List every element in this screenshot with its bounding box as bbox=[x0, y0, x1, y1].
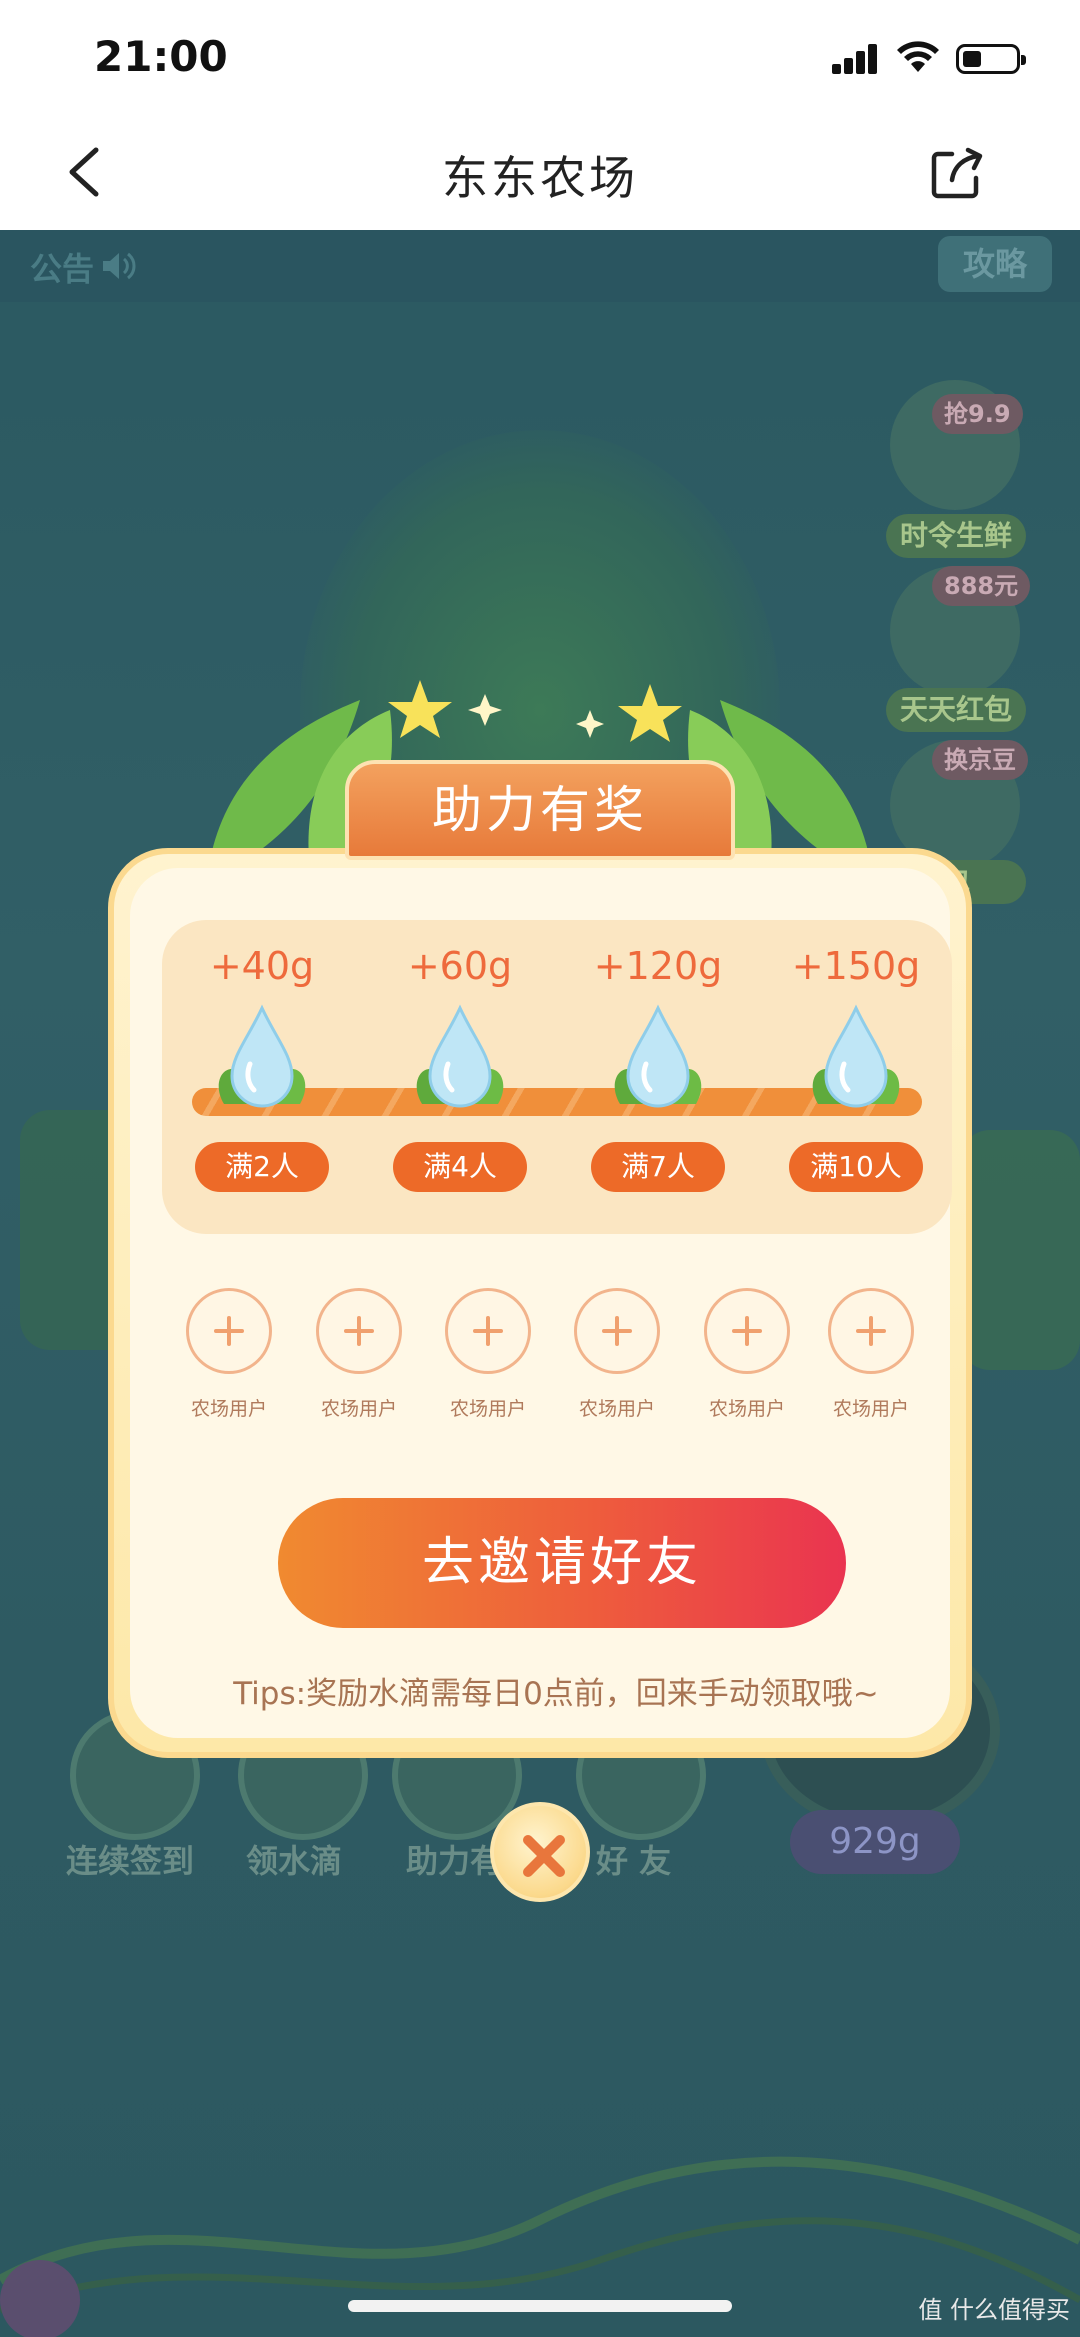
battery-icon bbox=[956, 44, 1026, 74]
modal-body: +40g 满2人 +60g 满4人 +120g 满7人 +150g 满10人 农… bbox=[130, 868, 952, 1738]
close-icon bbox=[523, 1835, 565, 1877]
watermark: 值 什么值得买 bbox=[918, 2296, 1070, 2324]
right-island bbox=[960, 1130, 1080, 1370]
tips-text: Tips:奖励水滴需每日0点前，回来手动领取哦~ bbox=[233, 1676, 879, 1712]
bottom-label: 领水滴 bbox=[246, 1842, 343, 1880]
notice-label: 公告 bbox=[30, 250, 95, 288]
bottom-label: 好 友 bbox=[596, 1842, 672, 1880]
tier-badge: 满2人 bbox=[195, 1142, 329, 1192]
signal-icon bbox=[832, 44, 880, 74]
helper-slot-add[interactable] bbox=[828, 1288, 914, 1374]
water-drop-icon bbox=[416, 1004, 504, 1108]
side-badge: 抢9.9 bbox=[932, 394, 1023, 434]
speaker-icon bbox=[103, 252, 136, 280]
helper-slot-add[interactable] bbox=[186, 1288, 272, 1374]
helper-slot-add[interactable] bbox=[316, 1288, 402, 1374]
status-bar: 21:00 bbox=[0, 0, 1080, 120]
reward-amount: +40g bbox=[209, 944, 315, 988]
helper-slot-label: 农场用户 bbox=[320, 1398, 397, 1420]
reward-amount: +120g bbox=[593, 944, 723, 988]
assist-reward-modal: +40g 满2人 +60g 满4人 +120g 满7人 +150g 满10人 农… bbox=[108, 848, 972, 1758]
helper-slot-label: 农场用户 bbox=[578, 1398, 655, 1420]
close-modal-button[interactable] bbox=[490, 1802, 590, 1902]
invite-friends-button[interactable]: 去邀请好友 bbox=[278, 1498, 846, 1628]
wifi-icon bbox=[897, 41, 939, 72]
helper-slot-label: 农场用户 bbox=[832, 1398, 909, 1420]
tier-badge: 满4人 bbox=[393, 1142, 527, 1192]
bottom-label: 助力有 bbox=[406, 1842, 503, 1880]
side-label[interactable]: 天天红包 bbox=[886, 688, 1026, 732]
reward-amount: +60g bbox=[407, 944, 513, 988]
home-indicator bbox=[348, 2300, 732, 2312]
strategy-button[interactable]: 攻略 bbox=[938, 236, 1052, 292]
water-amount-badge: 929g bbox=[790, 1810, 960, 1874]
status-time: 21:00 bbox=[94, 32, 228, 81]
bottom-label: 连续签到 bbox=[66, 1842, 195, 1880]
helper-slot-add[interactable] bbox=[704, 1288, 790, 1374]
modal-title: 助力有奖 bbox=[345, 760, 735, 860]
notice-bar[interactable]: 公告 攻略 bbox=[0, 230, 1080, 302]
nav-bar: 东东农场 bbox=[0, 120, 1080, 230]
tier-badge: 满10人 bbox=[789, 1142, 923, 1192]
helper-slot-add[interactable] bbox=[574, 1288, 660, 1374]
helper-slot-add[interactable] bbox=[445, 1288, 531, 1374]
page-title: 东东农场 bbox=[442, 151, 638, 205]
water-drop-icon bbox=[614, 1004, 702, 1108]
helper-slot-label: 农场用户 bbox=[708, 1398, 785, 1420]
water-drop-icon bbox=[218, 1004, 306, 1108]
tier-badge: 满7人 bbox=[591, 1142, 725, 1192]
reward-progress-panel: +40g 满2人 +60g 满4人 +120g 满7人 +150g 满10人 bbox=[162, 920, 952, 1234]
side-badge: 换京豆 bbox=[932, 740, 1028, 780]
share-icon[interactable] bbox=[928, 144, 986, 202]
helper-slot-label: 农场用户 bbox=[190, 1398, 267, 1420]
side-badge: 888元 bbox=[932, 566, 1031, 606]
side-label[interactable]: 时令生鲜 bbox=[886, 514, 1026, 558]
helper-slot-label: 农场用户 bbox=[449, 1398, 526, 1420]
water-drop-icon bbox=[812, 1004, 900, 1108]
reward-amount: +150g bbox=[791, 944, 921, 988]
